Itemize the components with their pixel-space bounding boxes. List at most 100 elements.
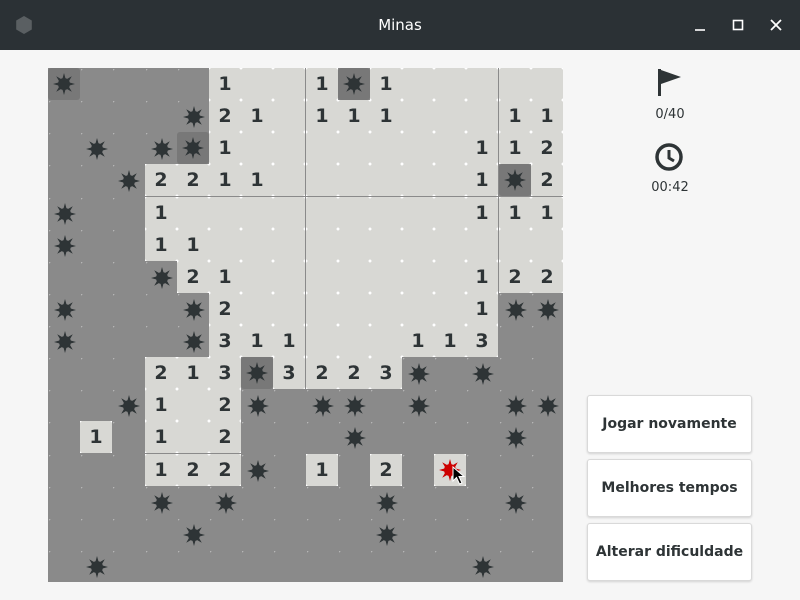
board-cell-empty[interactable] bbox=[241, 132, 273, 164]
board-cell-mine[interactable] bbox=[499, 421, 531, 453]
board-cell-hidden[interactable] bbox=[145, 68, 177, 100]
board-cell-mine[interactable] bbox=[531, 293, 563, 325]
board-cell-empty[interactable] bbox=[306, 325, 338, 357]
board-cell-hidden[interactable] bbox=[112, 229, 144, 261]
board-cell-number[interactable]: 1 bbox=[177, 357, 209, 389]
board-cell-empty[interactable] bbox=[306, 261, 338, 293]
board-cell-hidden[interactable] bbox=[434, 486, 466, 518]
board-cell-number[interactable]: 1 bbox=[370, 68, 402, 100]
board-cell-number[interactable]: 1 bbox=[306, 454, 338, 486]
maximize-button[interactable] bbox=[726, 13, 750, 37]
board-cell-number[interactable]: 1 bbox=[177, 229, 209, 261]
board-cell-mine[interactable] bbox=[499, 486, 531, 518]
board-cell-number[interactable]: 1 bbox=[241, 325, 273, 357]
board-cell-number[interactable]: 2 bbox=[531, 132, 563, 164]
board-cell-hidden[interactable] bbox=[80, 100, 112, 132]
board-cell-number[interactable]: 2 bbox=[338, 357, 370, 389]
board-cell-empty[interactable] bbox=[177, 421, 209, 453]
board-cell-empty[interactable] bbox=[306, 164, 338, 196]
board-cell-empty[interactable] bbox=[434, 100, 466, 132]
board-cell-number[interactable]: 1 bbox=[145, 229, 177, 261]
board-cell-mine[interactable] bbox=[112, 389, 144, 421]
board-cell-hidden[interactable] bbox=[306, 518, 338, 550]
board-cell-hidden[interactable] bbox=[241, 550, 273, 582]
board-cell-mine[interactable] bbox=[177, 100, 209, 132]
board-cell-hidden[interactable] bbox=[434, 518, 466, 550]
board-cell-empty[interactable] bbox=[241, 261, 273, 293]
board-cell-number[interactable]: 1 bbox=[306, 100, 338, 132]
board-cell-hidden[interactable] bbox=[273, 486, 305, 518]
board-cell-empty[interactable] bbox=[241, 197, 273, 229]
board-cell-empty[interactable] bbox=[434, 261, 466, 293]
board-cell-hidden[interactable] bbox=[145, 293, 177, 325]
board-cell-hidden[interactable] bbox=[112, 421, 144, 453]
board-cell-hidden[interactable] bbox=[531, 357, 563, 389]
board-cell-number[interactable]: 2 bbox=[531, 164, 563, 196]
play-again-button[interactable]: Jogar novamente bbox=[587, 395, 752, 453]
board-cell-number[interactable]: 2 bbox=[177, 261, 209, 293]
board-cell-empty[interactable] bbox=[531, 68, 563, 100]
board-cell-hidden[interactable] bbox=[466, 454, 498, 486]
board-cell-empty[interactable] bbox=[338, 197, 370, 229]
board-cell-hidden[interactable] bbox=[241, 518, 273, 550]
board-cell-mine[interactable] bbox=[145, 261, 177, 293]
board-cell-hidden[interactable] bbox=[241, 486, 273, 518]
board-cell-hidden[interactable] bbox=[306, 421, 338, 453]
board-cell-number[interactable]: 1 bbox=[145, 197, 177, 229]
board-cell-empty[interactable] bbox=[402, 132, 434, 164]
board-cell-number[interactable]: 2 bbox=[209, 293, 241, 325]
board-cell-number[interactable]: 1 bbox=[466, 164, 498, 196]
board-cell-hidden[interactable] bbox=[434, 421, 466, 453]
board-cell-hidden[interactable] bbox=[499, 518, 531, 550]
board-cell-number[interactable]: 1 bbox=[209, 164, 241, 196]
board-cell-empty[interactable] bbox=[338, 261, 370, 293]
board-cell-hidden[interactable] bbox=[402, 454, 434, 486]
board-cell-empty[interactable] bbox=[466, 68, 498, 100]
board-cell-hidden[interactable] bbox=[80, 229, 112, 261]
board-cell-empty[interactable] bbox=[209, 229, 241, 261]
board-cell-empty[interactable] bbox=[241, 229, 273, 261]
board-cell-hidden[interactable] bbox=[531, 454, 563, 486]
board-cell-mine[interactable] bbox=[177, 132, 209, 164]
board-cell-hidden[interactable] bbox=[402, 421, 434, 453]
board-cell-empty[interactable] bbox=[338, 293, 370, 325]
board-cell-hidden[interactable] bbox=[273, 389, 305, 421]
board-cell-number[interactable]: 1 bbox=[338, 100, 370, 132]
board-cell-hidden[interactable] bbox=[48, 100, 80, 132]
board-cell-hidden[interactable] bbox=[48, 550, 80, 582]
board-cell-number[interactable]: 1 bbox=[80, 421, 112, 453]
board-cell-hidden[interactable] bbox=[80, 164, 112, 196]
board-cell-hidden[interactable] bbox=[499, 550, 531, 582]
board-cell-number[interactable]: 1 bbox=[209, 132, 241, 164]
minefield-board[interactable]: 1112111111111222111211111121122213111132… bbox=[48, 68, 563, 582]
board-cell-hidden[interactable] bbox=[112, 550, 144, 582]
board-cell-number[interactable]: 1 bbox=[434, 325, 466, 357]
board-cell-hidden[interactable] bbox=[338, 486, 370, 518]
board-cell-hidden[interactable] bbox=[112, 486, 144, 518]
board-cell-mine[interactable] bbox=[531, 389, 563, 421]
board-cell-empty[interactable] bbox=[434, 197, 466, 229]
board-cell-empty[interactable] bbox=[434, 293, 466, 325]
board-cell-mine[interactable] bbox=[306, 389, 338, 421]
board-cell-number[interactable]: 3 bbox=[209, 325, 241, 357]
board-cell-hidden[interactable] bbox=[48, 454, 80, 486]
board-cell-hidden[interactable] bbox=[48, 389, 80, 421]
board-cell-empty[interactable] bbox=[531, 229, 563, 261]
board-cell-mine[interactable] bbox=[48, 229, 80, 261]
board-cell-empty[interactable] bbox=[273, 261, 305, 293]
board-cell-hidden[interactable] bbox=[531, 421, 563, 453]
board-cell-number[interactable]: 1 bbox=[499, 132, 531, 164]
board-cell-hidden[interactable] bbox=[80, 389, 112, 421]
board-cell-mine[interactable] bbox=[241, 389, 273, 421]
board-cell-number[interactable]: 1 bbox=[209, 68, 241, 100]
board-cell-hidden[interactable] bbox=[112, 68, 144, 100]
board-cell-empty[interactable] bbox=[434, 229, 466, 261]
board-cell-hidden[interactable] bbox=[112, 100, 144, 132]
board-cell-number[interactable]: 2 bbox=[370, 454, 402, 486]
board-cell-hidden[interactable] bbox=[48, 357, 80, 389]
close-button[interactable] bbox=[764, 13, 788, 37]
board-cell-hidden[interactable] bbox=[434, 357, 466, 389]
board-cell-mine[interactable] bbox=[466, 357, 498, 389]
board-cell-hidden[interactable] bbox=[48, 518, 80, 550]
board-cell-hidden[interactable] bbox=[80, 357, 112, 389]
